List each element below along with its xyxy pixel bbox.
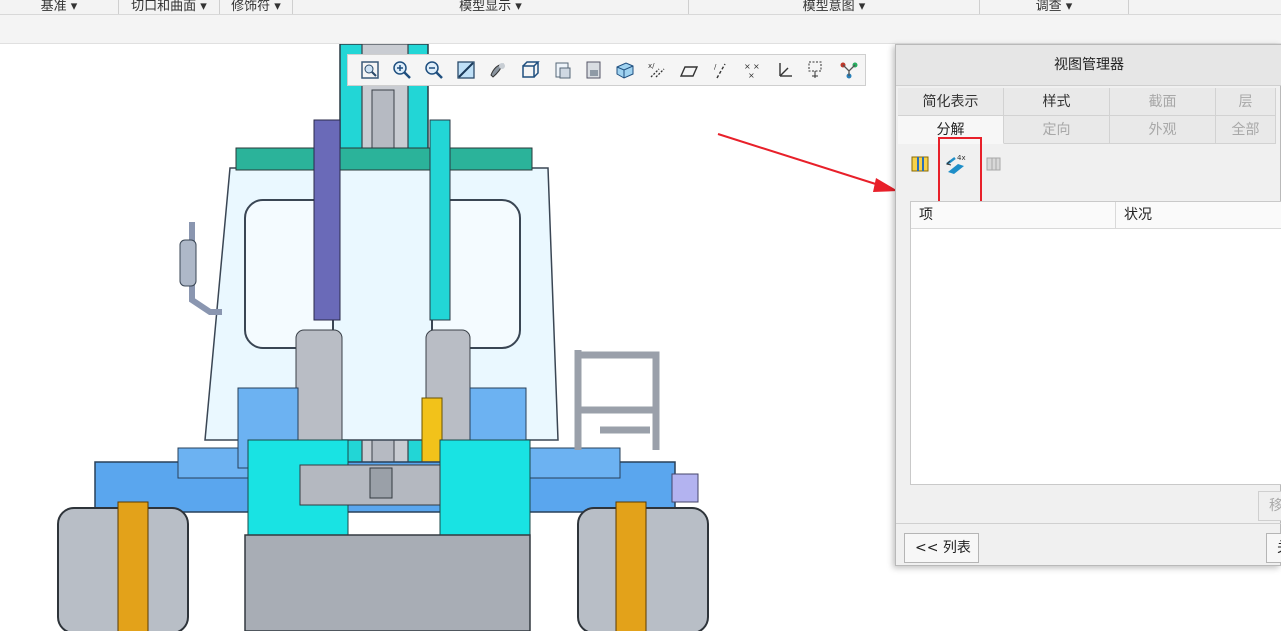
- ribbon-strip: [0, 15, 1281, 44]
- dialog-separator: [896, 523, 1281, 524]
- tab-all[interactable]: 全部: [1216, 116, 1276, 144]
- datum-axis-display-icon[interactable]: [673, 56, 705, 84]
- svg-text:x/: x/: [648, 62, 655, 70]
- tab-appearance[interactable]: 外观: [1110, 116, 1216, 144]
- spin-center-icon[interactable]: [801, 56, 833, 84]
- datum-plane-display-icon[interactable]: x/: [641, 56, 673, 84]
- display-style-icon[interactable]: [482, 56, 514, 84]
- explode-state-table[interactable]: 项 状况: [910, 201, 1281, 485]
- tab-sections[interactable]: 截面: [1110, 88, 1216, 116]
- column-header-item[interactable]: 项: [911, 202, 1116, 228]
- ribbon-group-cut-surface[interactable]: 切口和曲面 ▾: [119, 0, 220, 14]
- list-toggle-button[interactable]: << 列表: [904, 533, 979, 563]
- new-explode-icon[interactable]: [908, 152, 932, 176]
- highlight-box: [938, 137, 982, 209]
- zoom-in-icon[interactable]: [386, 56, 418, 84]
- zoom-refit-icon[interactable]: [354, 56, 386, 84]
- view-manager-icon[interactable]: [546, 56, 578, 84]
- svg-text:×: ×: [748, 71, 755, 80]
- tab-simplified-rep[interactable]: 简化表示: [898, 88, 1004, 116]
- close-button[interactable]: 关: [1266, 533, 1281, 563]
- move-button[interactable]: 移: [1258, 491, 1281, 521]
- explode-properties-icon[interactable]: [980, 152, 1004, 176]
- ribbon-group-modifiers[interactable]: 修饰符 ▾: [220, 0, 293, 14]
- view-manager-dialog: 视图管理器 简化表示 样式 截面 层 分解 定向 外观 全部 4x 项 状况 移…: [895, 44, 1281, 566]
- ribbon-group-investigate[interactable]: 调查 ▾: [980, 0, 1129, 14]
- svg-text:×: ×: [753, 62, 760, 71]
- tab-row-1: 简化表示 样式 截面 层: [898, 88, 1276, 116]
- ribbon-group-datum[interactable]: 基准 ▾: [0, 0, 119, 14]
- tab-style[interactable]: 样式: [1004, 88, 1110, 116]
- csys-display-icon[interactable]: × × ×: [737, 56, 769, 84]
- ribbon-group-model-intent[interactable]: 模型意图 ▾: [689, 0, 980, 14]
- datum-point-display-icon[interactable]: /: [705, 56, 737, 84]
- saved-orientations-icon[interactable]: [578, 56, 610, 84]
- tab-orient[interactable]: 定向: [1004, 116, 1110, 144]
- zoom-out-icon[interactable]: [418, 56, 450, 84]
- dialog-title: 视图管理器: [896, 45, 1281, 86]
- named-views-icon[interactable]: [514, 56, 546, 84]
- svg-text:×: ×: [744, 62, 751, 71]
- svg-text:/: /: [714, 63, 717, 71]
- ribbon-group-model-display[interactable]: 模型显示 ▾: [293, 0, 689, 14]
- table-header: 项 状况: [911, 202, 1281, 229]
- graphics-toolbar: x/ / × × ×: [347, 54, 866, 86]
- tab-layers[interactable]: 层: [1216, 88, 1276, 116]
- repaint-icon[interactable]: [450, 56, 482, 84]
- column-header-status[interactable]: 状况: [1116, 202, 1281, 228]
- annotation-display-icon[interactable]: [769, 56, 801, 84]
- perspective-icon[interactable]: [610, 56, 642, 84]
- network-display-icon[interactable]: [833, 56, 865, 84]
- ribbon-group-bar: 基准 ▾ 切口和曲面 ▾ 修饰符 ▾ 模型显示 ▾ 模型意图 ▾ 调查 ▾: [0, 0, 1281, 15]
